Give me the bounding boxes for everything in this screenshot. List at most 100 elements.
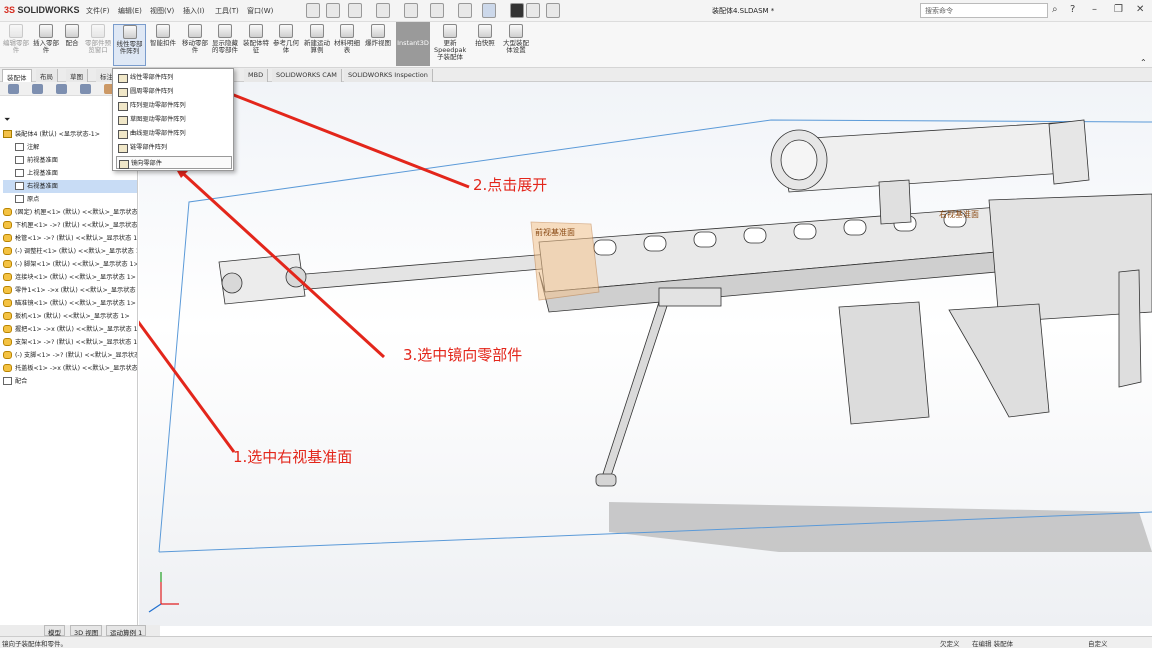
scope-mount <box>878 179 912 225</box>
dropdown-sketch-driven[interactable]: 草图驱动零部件阵列 <box>116 113 232 126</box>
feature-tree-icon[interactable] <box>8 84 19 94</box>
traffic-light-icon[interactable] <box>510 3 524 18</box>
snapshot-button[interactable]: 拍快照 <box>470 24 500 47</box>
tree-item[interactable]: 托盖板<1> ->x (默认) <<默认>_显示状态 1> <box>3 362 137 375</box>
slot <box>693 231 717 248</box>
tree-item[interactable]: 连接块<1> (默认) <<默认>_显示状态 1> <box>3 271 137 284</box>
menu-view[interactable]: 视图(V) <box>150 6 174 16</box>
tree-item-label: 注解 <box>27 144 40 151</box>
search-icon[interactable]: ⌕ <box>1052 4 1058 15</box>
tree-item[interactable]: 右视基准面 <box>3 180 137 193</box>
minimize-icon[interactable]: – <box>1092 4 1097 15</box>
tree-item[interactable]: 下机匣<1> ->? (默认) <<默认>_显示状态 1> <box>3 219 137 232</box>
stock-support <box>1118 269 1142 388</box>
tab-assembly[interactable]: 装配体 <box>2 69 32 82</box>
rebuild-icon[interactable] <box>526 3 540 18</box>
status-units[interactable]: 自定义 <box>1088 638 1108 648</box>
tab-3d-views[interactable]: 3D 视图 <box>70 625 103 637</box>
show-hidden-icon <box>218 24 232 38</box>
tab-cam[interactable]: SOLIDWORKS CAM <box>272 69 342 82</box>
tree-item[interactable]: 枪管<1> ->? (默认) <<默认>_显示状态 1> <box>3 232 137 245</box>
insert-component-button[interactable]: 插入零部件 <box>32 24 60 54</box>
redo-icon[interactable] <box>458 3 472 18</box>
search-input[interactable]: 搜索命令 <box>920 3 1048 18</box>
tree-item[interactable]: 支架<1> ->? (默认) <<默认>_显示状态 1> <box>3 336 137 349</box>
mate-button[interactable]: 配合 <box>62 24 82 47</box>
tree-item-label: (固定) 机匣<1> (默认) <<默认>_显示状态 1> <box>15 209 137 216</box>
tree-item[interactable]: 原点 <box>3 193 137 206</box>
dropdown-linear-pattern[interactable]: 线性零部件阵列 <box>116 71 232 84</box>
show-hidden-button[interactable]: 显示隐藏的零部件 <box>211 24 239 54</box>
tree-item-label: 扳机<1> (默认) <<默认>_显示状态 1> <box>15 313 130 320</box>
instant3d-button[interactable]: Instant3D <box>396 22 430 66</box>
dropdown-mirror-components[interactable]: 镜向零部件 <box>116 156 232 169</box>
exploded-view-button[interactable]: 爆炸视图 <box>364 24 392 47</box>
part-icon <box>3 364 12 372</box>
collapse-ribbon-icon[interactable]: ⌃ <box>1140 58 1147 67</box>
mate-icon <box>65 24 79 38</box>
tree-item-label: 连接块<1> (默认) <<默认>_显示状态 1> <box>15 274 136 281</box>
scope-eyepiece <box>1048 119 1090 185</box>
undo-icon[interactable] <box>430 3 444 18</box>
linear-pattern-button[interactable]: 线性零部件阵列 <box>113 24 146 66</box>
dropdown-curve-driven[interactable]: 曲线驱动零部件阵列 <box>116 127 232 140</box>
tree-item[interactable]: (-) 支脚<1> ->? (默认) <<默认>_显示状态 1> <box>3 349 137 362</box>
component-preview-button[interactable]: 零部件预览窗口 <box>84 24 112 54</box>
move-component-button[interactable]: 移动零部件 <box>180 24 210 54</box>
tree-item[interactable]: 握把<1> ->x (默认) <<默认>_显示状态 1> <box>3 323 137 336</box>
select-icon[interactable] <box>482 3 496 18</box>
document-title: 装配体4.SLDASM * <box>712 7 775 15</box>
menu-edit[interactable]: 编辑(E) <box>118 6 142 16</box>
edit-component-button[interactable]: 编辑零部件 <box>2 24 30 54</box>
tree-item[interactable]: (-) 调整柱<1> (默认) <<默认>_显示状态 1> <box>3 245 137 258</box>
bom-button[interactable]: 材料明细表 <box>334 24 360 54</box>
filter-icon[interactable]: ⏷ <box>4 115 10 125</box>
menu-window[interactable]: 窗口(W) <box>247 6 273 16</box>
tab-sketch[interactable]: 草图 <box>66 69 88 82</box>
property-manager-icon[interactable] <box>32 84 43 94</box>
configuration-icon[interactable] <box>56 84 67 94</box>
home-icon[interactable] <box>306 3 320 18</box>
menu-insert[interactable]: 插入(I) <box>183 6 205 16</box>
pistol-grip <box>948 303 1050 418</box>
close-icon[interactable]: ✕ <box>1136 4 1144 15</box>
dropdown-pattern-driven[interactable]: 阵列驱动零部件阵列 <box>116 99 232 112</box>
part-icon <box>3 260 12 268</box>
menu-tools[interactable]: 工具(T) <box>215 6 239 16</box>
save-icon[interactable] <box>376 3 390 18</box>
assembly-feature-button[interactable]: 装配体特征 <box>242 24 270 54</box>
smart-fastener-button[interactable]: 智能扣件 <box>148 24 178 47</box>
graphics-viewport[interactable]: 前视基准面 右视基准面 2.点击展开 3.选中镜向零部件 1.选中右视基准面 <box>139 82 1152 626</box>
dropdown-chain-pattern[interactable]: 链零部件阵列 <box>116 141 232 154</box>
tab-motion-study[interactable]: 运动算例 1 <box>106 625 147 637</box>
dimxpert-icon[interactable] <box>80 84 91 94</box>
tab-layout[interactable]: 布局 <box>36 69 58 82</box>
part-icon <box>3 338 12 346</box>
scope-lens <box>780 139 818 181</box>
help-icon[interactable]: ? <box>1070 4 1075 15</box>
large-assembly-button[interactable]: 大型装配体设置 <box>500 24 532 54</box>
dropdown-circular-pattern[interactable]: 圆周零部件阵列 <box>116 85 232 98</box>
options-icon[interactable] <box>546 3 560 18</box>
tree-item[interactable]: 配合 <box>3 375 137 388</box>
new-icon[interactable] <box>326 3 340 18</box>
annotation-step3: 3.选中镜向零部件 <box>403 346 523 364</box>
tab-mbd[interactable]: MBD <box>244 69 269 82</box>
tree-item[interactable]: 瞄准镜<1> (默认) <<默认>_显示状态 1> <box>3 297 137 310</box>
tree-item-label: (-) 调整柱<1> (默认) <<默认>_显示状态 1> <box>15 248 137 255</box>
tree-item[interactable]: (固定) 机匣<1> (默认) <<默认>_显示状态 1> <box>3 206 137 219</box>
print-icon[interactable] <box>404 3 418 18</box>
tab-model[interactable]: 模型 <box>44 625 65 637</box>
tree-item[interactable]: 扳机<1> (默认) <<默认>_显示状态 1> <box>3 310 137 323</box>
tree-item[interactable]: 零件1<1> ->x (默认) <<默认>_显示状态 1> <box>3 284 137 297</box>
tab-inspection[interactable]: SOLIDWORKS Inspection <box>344 69 433 82</box>
tree-item-label: 下机匣<1> ->? (默认) <<默认>_显示状态 1> <box>15 222 137 229</box>
open-icon[interactable] <box>348 3 362 18</box>
new-motion-study-button[interactable]: 新建运动算例 <box>302 24 332 54</box>
update-speedpak-button[interactable]: 更新Speedpak子装配体 <box>434 24 466 61</box>
menu-file[interactable]: 文件(F) <box>86 6 110 16</box>
insert-component-icon <box>39 24 53 38</box>
restore-icon[interactable]: ❐ <box>1114 4 1123 15</box>
tree-item[interactable]: (-) 脚架<1> (默认) <<默认>_显示状态 1> <box>3 258 137 271</box>
reference-geometry-button[interactable]: 参考几何体 <box>272 24 300 54</box>
